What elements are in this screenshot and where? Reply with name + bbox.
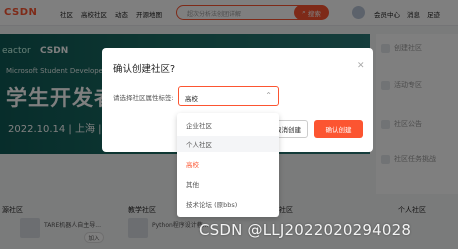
option-enterprise-community[interactable]: 企业社区 xyxy=(177,117,279,133)
community-tag-label: 请选择社区属性标签: xyxy=(113,94,174,102)
chevron-up-icon: ⌃ xyxy=(265,91,272,100)
option-tech-forum[interactable]: 技术论坛 (原bbs) xyxy=(177,196,279,212)
confirm-create-button[interactable]: 确认创建 xyxy=(314,120,363,138)
option-personal-community[interactable]: 个人社区 xyxy=(177,136,279,152)
community-tag-dropdown: 企业社区 个人社区 高校 其他 技术论坛 (原bbs) xyxy=(177,113,279,217)
watermark: CSDN @LLJ2022020294028 xyxy=(199,221,412,239)
close-icon[interactable]: ✕ xyxy=(357,62,365,71)
option-university[interactable]: 高校 xyxy=(177,156,279,172)
dialog-title: 确认创建社区? xyxy=(113,64,176,75)
community-tag-select[interactable]: 高校 ⌃ xyxy=(178,86,279,106)
option-other[interactable]: 其他 xyxy=(177,176,279,192)
select-value: 高校 xyxy=(185,95,198,103)
